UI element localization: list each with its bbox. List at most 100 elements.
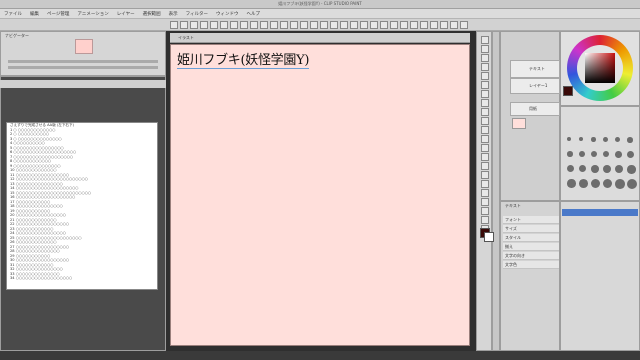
command-icon[interactable] xyxy=(460,21,468,29)
command-icon[interactable] xyxy=(350,21,358,29)
tool-icon[interactable] xyxy=(481,144,489,152)
tool-icon[interactable] xyxy=(481,216,489,224)
brush-size-dot[interactable] xyxy=(615,165,624,174)
menu-item[interactable]: 選択範囲 xyxy=(139,11,165,17)
brush-size-dot[interactable] xyxy=(627,137,633,143)
command-icon[interactable] xyxy=(210,21,218,29)
command-icon[interactable] xyxy=(260,21,268,29)
tool-property-row[interactable]: 文字色 xyxy=(503,261,559,269)
command-icon[interactable] xyxy=(450,21,458,29)
command-icon[interactable] xyxy=(410,21,418,29)
command-icon[interactable] xyxy=(290,21,298,29)
command-icon[interactable] xyxy=(170,21,178,29)
tool-icon[interactable] xyxy=(481,36,489,44)
tool-icon[interactable] xyxy=(481,171,489,179)
menu-item[interactable]: 表示 xyxy=(165,11,182,17)
tool-property-row[interactable]: 揃え xyxy=(503,243,559,251)
layer-row-text[interactable]: テキスト xyxy=(510,60,560,78)
tool-property-row[interactable]: 文字の向き xyxy=(503,252,559,260)
tool-icon[interactable] xyxy=(481,162,489,170)
command-icon[interactable] xyxy=(310,21,318,29)
brush-size-dot[interactable] xyxy=(627,165,636,174)
navigator-zoom-slider[interactable] xyxy=(8,60,158,63)
command-icon[interactable] xyxy=(220,21,228,29)
brush-size-dot[interactable] xyxy=(603,137,608,142)
menu-item[interactable]: ファイル xyxy=(0,11,26,17)
command-icon[interactable] xyxy=(440,21,448,29)
command-icon[interactable] xyxy=(200,21,208,29)
command-icon[interactable] xyxy=(390,21,398,29)
command-icon[interactable] xyxy=(400,21,408,29)
brush-size-dot[interactable] xyxy=(603,165,611,173)
command-icon[interactable] xyxy=(280,21,288,29)
tool-icon[interactable] xyxy=(481,198,489,206)
brush-size-dot[interactable] xyxy=(579,179,588,188)
brush-size-dot[interactable] xyxy=(567,151,573,157)
command-icon[interactable] xyxy=(430,21,438,29)
canvas-text-layer[interactable]: 姫川フブキ(妖怪学園Y) xyxy=(177,49,309,69)
command-icon[interactable] xyxy=(340,21,348,29)
brush-size-dot[interactable] xyxy=(579,137,584,142)
menu-item[interactable]: ヘルプ xyxy=(243,11,265,17)
brush-size-dot[interactable] xyxy=(591,151,598,158)
tool-icon[interactable] xyxy=(481,135,489,143)
tool-icon[interactable] xyxy=(481,126,489,134)
layer-row-layer1[interactable]: レイヤー1 xyxy=(510,78,560,94)
saturation-value-picker[interactable] xyxy=(585,53,615,83)
brush-size-dot[interactable] xyxy=(579,165,587,173)
tool-icon[interactable] xyxy=(481,117,489,125)
command-icon[interactable] xyxy=(240,21,248,29)
command-icon[interactable] xyxy=(360,21,368,29)
command-icon[interactable] xyxy=(420,21,428,29)
main-color-swatch[interactable] xyxy=(563,86,573,96)
command-icon[interactable] xyxy=(250,21,258,29)
tool-icon[interactable] xyxy=(481,99,489,107)
command-icon[interactable] xyxy=(180,21,188,29)
tool-property-row[interactable]: フォント xyxy=(503,216,559,224)
brush-size-dot[interactable] xyxy=(603,151,610,158)
canvas-tab[interactable]: イラスト xyxy=(178,35,194,41)
menu-item[interactable]: フィルター xyxy=(182,11,212,17)
command-icon[interactable] xyxy=(270,21,278,29)
tool-icon[interactable] xyxy=(481,180,489,188)
command-icon[interactable] xyxy=(370,21,378,29)
brush-size-dot[interactable] xyxy=(603,179,613,189)
brush-size-dot[interactable] xyxy=(591,165,599,173)
brush-size-dot[interactable] xyxy=(567,165,574,172)
tool-icon[interactable] xyxy=(481,54,489,62)
brush-size-dot[interactable] xyxy=(627,151,634,158)
tool-icon[interactable] xyxy=(481,90,489,98)
tool-icon[interactable] xyxy=(481,207,489,215)
brush-size-dot[interactable] xyxy=(627,179,637,189)
selected-list-item[interactable] xyxy=(562,209,638,216)
command-icon[interactable] xyxy=(380,21,388,29)
brush-size-dot[interactable] xyxy=(567,179,576,188)
brush-size-dot[interactable] xyxy=(615,137,621,143)
menu-item[interactable]: レイヤー xyxy=(113,11,139,17)
tool-icon[interactable] xyxy=(481,63,489,71)
tool-property-row[interactable]: スタイル xyxy=(503,234,559,242)
layer-row-paper[interactable]: 用紙 xyxy=(510,102,560,116)
command-icon[interactable] xyxy=(230,21,238,29)
brush-size-dot[interactable] xyxy=(579,151,585,157)
menu-item[interactable]: 編集 xyxy=(26,11,43,17)
tool-icon[interactable] xyxy=(481,72,489,80)
brush-size-dot[interactable] xyxy=(615,179,625,189)
command-icon[interactable] xyxy=(190,21,198,29)
tool-icon[interactable] xyxy=(481,189,489,197)
menu-item[interactable]: ウィンドウ xyxy=(212,11,243,17)
tool-icon[interactable] xyxy=(481,81,489,89)
navigator-thumbnail[interactable] xyxy=(75,39,93,54)
sub-color-icon[interactable] xyxy=(484,232,494,242)
brush-size-dot[interactable] xyxy=(591,137,596,142)
drawing-canvas[interactable]: 姫川フブキ(妖怪学園Y) xyxy=(170,44,470,346)
navigator-rotate-slider[interactable] xyxy=(8,66,158,69)
tool-icon[interactable] xyxy=(481,108,489,116)
command-icon[interactable] xyxy=(330,21,338,29)
command-icon[interactable] xyxy=(300,21,308,29)
brush-size-dot[interactable] xyxy=(591,179,601,189)
brush-size-dot[interactable] xyxy=(615,151,622,158)
tool-property-row[interactable]: サイズ xyxy=(503,225,559,233)
command-icon[interactable] xyxy=(320,21,328,29)
tool-icon[interactable] xyxy=(481,45,489,53)
